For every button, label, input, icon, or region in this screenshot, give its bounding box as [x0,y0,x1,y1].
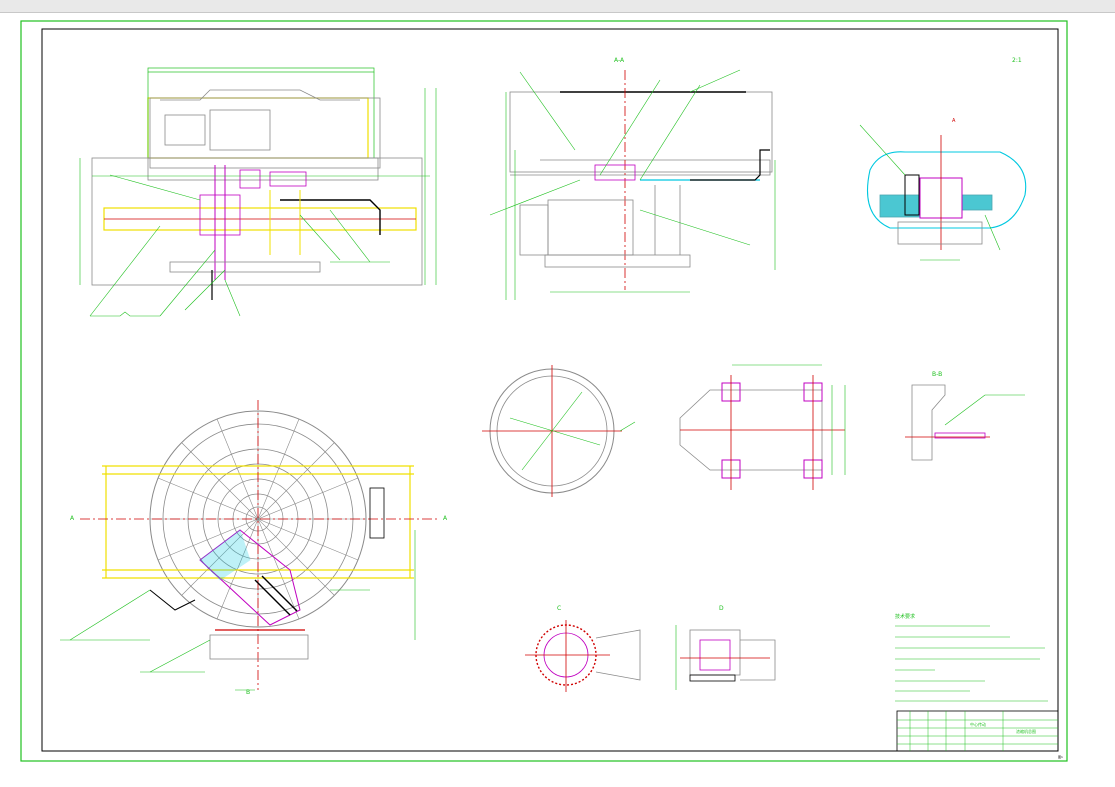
section-a-a-label: A-A [614,57,625,64]
view-a-left-label: A [70,515,75,522]
drawing-name: 浓缩机总图 [1016,728,1036,734]
section-d-view: D [675,605,776,690]
circle-detail [482,365,636,497]
drawing-title: 中心传动 [970,721,986,727]
technical-notes: 技术要求 [895,613,1048,702]
section-b-b-view: B-B [905,371,1025,461]
inner-border [41,28,1059,752]
tech-notes-heading: 技术要求 [895,613,915,620]
outer-frame [20,20,1068,762]
plan-view: A A B [60,400,448,696]
section-b-b-label: B-B [932,371,942,378]
section-c-label: C [557,605,561,612]
view-a-right-label: A [443,515,448,522]
svg-text:A: A [952,118,956,124]
cad-drawing-canvas: A-A 2:1 A A A B B-B C D 技术要求 中心传动 浓缩机总图 … [20,20,1068,762]
title-block: 中心传动 浓缩机总图 图1 [896,710,1063,759]
top-right-detail: 2:1 A [859,57,1027,261]
detail-scale-label: 2:1 [1012,57,1022,64]
section-d-label: D [719,605,724,612]
section-c-view: C [525,605,641,692]
figure-number: 图1 [1058,755,1063,759]
bracket-detail [679,364,846,490]
section-a-a-view: A-A [489,57,776,300]
elevation-view [79,67,437,317]
